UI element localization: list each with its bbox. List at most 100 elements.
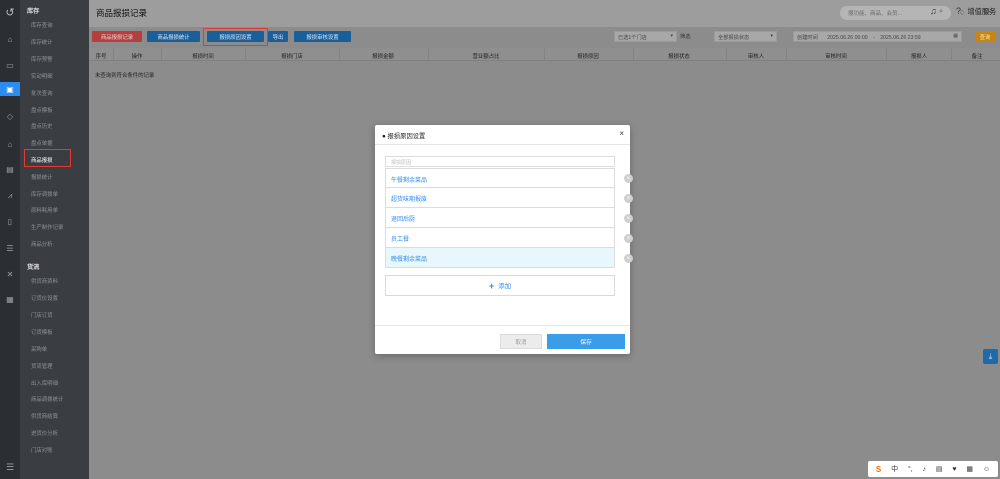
wallet-icon[interactable]: ▤ [0,162,20,176]
home-icon[interactable]: ⌂ [0,32,20,46]
sidebar-item[interactable]: 盘点单据 [31,139,53,147]
column-divider [886,48,887,61]
sidebar-item[interactable]: 盘点历史 [31,122,53,130]
remove-reason-icon[interactable]: × [624,254,633,263]
column-header: 报损状态 [668,54,690,60]
sidebar-item[interactable]: 库存统计 [31,38,53,46]
sidebar-item[interactable]: 货流管理 [31,362,53,370]
help-icon[interactable]: ? [956,6,961,16]
sidebar-item[interactable]: 原料耗用单 [31,206,58,214]
date-range-picker[interactable]: 创建时间 2025.06.26 00:00 - 2025.06.26 23:59… [793,31,962,42]
remove-reason-icon[interactable]: × [624,174,633,183]
top-header: 商品报损记录 搜功能、商品、会员... ⌕ ♢ 增值服务 ♫ ? ☺ [89,0,1000,27]
sidebar-item[interactable]: 门店订货 [31,311,53,319]
add-reason-button[interactable]: + 添加 [385,275,615,296]
save-button[interactable]: 保存 [547,334,625,349]
column-header: 审核时间 [825,54,847,60]
sidebar-item[interactable]: 供货商资料 [31,277,58,285]
member-icon[interactable]: ◇ [0,109,20,123]
document-icon[interactable]: ▯ [0,214,20,228]
keyboard-icon[interactable]: ▤ [936,465,943,473]
icon-rail: ↺ ⌂ ▭ ▣ ◇ ⌂ ▤ ⩘ ▯ ☰ ✕ ▦ ☰ [0,0,20,479]
shop-icon[interactable]: ⌂ [0,137,20,151]
loss-records-button[interactable]: 商品报损记录 [92,31,142,42]
toolbox-icon[interactable]: ▦ [966,465,973,473]
end-time[interactable]: 2025.06.26 23:59 [880,35,920,41]
reason-item[interactable]: 超货味期报废 [385,188,615,208]
sidebar-item[interactable]: 库存调拨单 [31,190,58,198]
status-select[interactable]: 全部报损状态 ▾ [714,31,777,42]
sidebar-item[interactable]: 门店对账 [31,446,53,454]
report-icon[interactable]: ⩘ [0,189,20,203]
range-separator: - [873,35,875,41]
remove-reason-icon[interactable]: × [624,234,633,243]
highlight-box [24,149,71,167]
column-divider [339,48,340,61]
loss-statistics-button[interactable]: 商品报损统计 [147,31,200,42]
tools-icon[interactable]: ✕ [0,267,20,281]
time-type-select[interactable]: 创建时间 [797,35,818,41]
ime-language[interactable]: 中 [891,464,898,474]
sidebar-item[interactable]: 库存查询 [31,21,53,29]
sidebar-item[interactable]: 库存预警 [31,55,53,63]
user-icon[interactable]: ☺ [983,466,990,473]
chevron-down-icon: ▾ [770,33,773,39]
reason-item[interactable]: 员工餐 [385,228,615,248]
sidebar-item[interactable]: 报损统计 [31,173,53,181]
user-icon[interactable]: ☺ [982,6,991,16]
sidebar-item[interactable]: 商品调拨统计 [31,395,63,403]
search-icon[interactable]: ⌕ [939,8,943,16]
column-header: 序号 [95,54,107,60]
ime-logo[interactable]: S [876,465,881,474]
sidebar-item[interactable]: 批次查询 [31,89,53,97]
reason-item[interactable]: 午餐剩余菜品 [385,168,615,188]
start-time[interactable]: 2025.06.26 00:00 [827,35,867,41]
apps-icon[interactable]: ▦ [0,292,20,306]
remove-reason-icon[interactable]: × [624,194,633,203]
store-select[interactable]: 已选1个门店 ▾ [614,31,677,42]
query-button[interactable]: 查询 [975,31,995,42]
sidebar-item[interactable]: 采购单 [31,345,47,353]
sidebar-item[interactable]: 盘点模板 [31,106,53,114]
column-divider [786,48,787,61]
sidebar-item[interactable]: 订货价设置 [31,294,58,302]
bell-icon[interactable]: ♫ [930,6,937,16]
skin-icon[interactable]: ♥ [952,466,956,473]
remove-reason-icon[interactable]: × [624,214,633,223]
close-icon[interactable]: × [619,129,624,138]
add-reason-label: 添加 [498,283,512,290]
loss-review-settings-button[interactable]: 报损审核设置 [294,31,351,42]
page-title: 商品报损记录 [96,8,148,18]
status-select-value: 全部报损状态 [718,35,750,41]
reason-item-selected[interactable]: 晚餐剩余菜品 [385,248,615,268]
sidebar-item[interactable]: 订货模板 [31,328,53,336]
filter-label: 筛选 [680,34,691,40]
sidebar-item[interactable]: 生产制作记录 [31,223,63,231]
plus-icon: + [488,280,495,291]
reason-input[interactable]: 报损原因 [385,156,615,167]
sidebar-section-title: 库存 [27,8,40,15]
microphone-icon[interactable]: ♪ [923,466,927,473]
punctuation-icon[interactable]: °, [908,466,913,473]
cancel-button[interactable]: 取消 [500,334,542,349]
sidebar-item[interactable]: 进货价分析 [31,429,58,437]
inventory-icon[interactable]: ▣ [0,82,20,96]
column-header: 报损原因 [577,54,599,60]
dialog-title: ● 报损原因设置 [382,133,426,140]
list-icon[interactable]: ☰ [0,241,20,255]
ime-toolbar: S 中 °, ♪ ▤ ♥ ▦ ☺ [868,461,998,477]
sidebar-item[interactable]: 出入库明细 [31,379,58,387]
reason-item[interactable]: 退回后厨 [385,208,615,228]
chevron-down-icon: ▾ [670,33,673,39]
export-button[interactable]: 导出 [268,31,288,42]
cashier-icon[interactable]: ▭ [0,58,20,72]
logo-icon: ↺ [5,7,15,19]
sidebar-item[interactable]: 供货商结算 [31,412,58,420]
column-divider [113,48,114,61]
download-icon[interactable]: ⤓ [983,349,998,364]
column-divider [726,48,727,61]
sidebar-item[interactable]: 实动明细 [31,72,53,80]
sidebar-item[interactable]: 商品分析 [31,240,53,248]
column-header: 审核人 [747,54,765,60]
menu-toggle-icon[interactable]: ☰ [0,462,20,473]
